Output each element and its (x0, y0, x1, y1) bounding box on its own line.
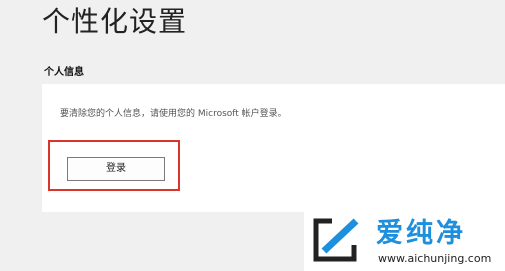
personal-info-description: 要清除您的个人信息，请使用您的 Microsoft 帐户登录。 (60, 109, 287, 119)
watermark-url: www.aichunjing.com (378, 252, 492, 265)
watermark-name: 爱纯净 (376, 218, 466, 249)
watermark: 爱纯净 www.aichunjing.com (304, 211, 505, 271)
signin-button[interactable]: 登录 (67, 157, 165, 181)
personal-info-heading: 个人信息 (44, 67, 84, 78)
page-title: 个性化设置 (42, 5, 188, 38)
site-logo-icon (313, 218, 359, 262)
